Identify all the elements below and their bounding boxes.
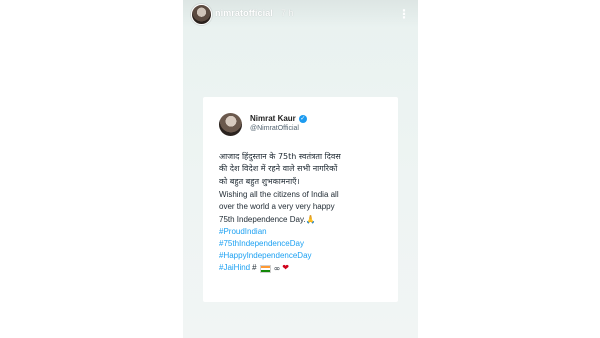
tweet-name-row: Nimrat Kaur ✓ [250,114,307,123]
tweet-hindi-text: आजाद हिंदुस्तान के 75th स्वतंत्रता दिवस … [219,152,341,186]
hashtag-75thindependenceday[interactable]: #75thIndependenceDay [219,238,389,250]
story-time: 7 h [281,8,294,18]
verified-badge-icon: ✓ [298,114,307,123]
tweet-english-message: Wishing all the citizens of India all ov… [219,190,339,224]
tweet-author-handle[interactable]: @NimratOfficial [250,125,299,132]
infinity-icon: ∞ [273,263,281,273]
stage: nimratofficial 7 h ⋮ Nimrat Kaur ✓ @Nimr… [0,0,600,338]
tweet-author-name[interactable]: Nimrat Kaur [250,114,296,123]
story-avatar[interactable] [191,4,212,25]
more-vertical-icon[interactable]: ⋮ [398,6,410,22]
hash-symbol: # [252,263,257,273]
tweet-english-text: Wishing all the citizens of India all ov… [219,189,389,226]
hashtag-proudindian[interactable]: #ProudIndian [219,226,389,238]
instagram-story: nimratofficial 7 h ⋮ Nimrat Kaur ✓ @Nimr… [183,0,418,338]
tweet-avatar[interactable] [219,113,242,136]
heart-icon: ❤ [282,263,289,273]
tweet-body: आजाद हिंदुस्तान के 75th स्वतंत्रता दिवस … [219,151,389,275]
india-flag-icon [259,264,271,273]
hashtag-happyindependenceday[interactable]: #HappyIndependenceDay [219,250,389,262]
tweet-card: Nimrat Kaur ✓ @NimratOfficial आजाद हिंदु… [203,97,398,302]
tweet-header: Nimrat Kaur ✓ @NimratOfficial [219,110,389,140]
hashtag-jaihind[interactable]: #JaiHind [219,262,250,274]
story-username[interactable]: nimratofficial [215,8,273,18]
folded-hands-icon: 🙏 [305,214,316,224]
jaihind-row: #JaiHind # ∞ ❤ [219,262,389,274]
story-header: nimratofficial 7 h ⋮ [183,0,418,28]
